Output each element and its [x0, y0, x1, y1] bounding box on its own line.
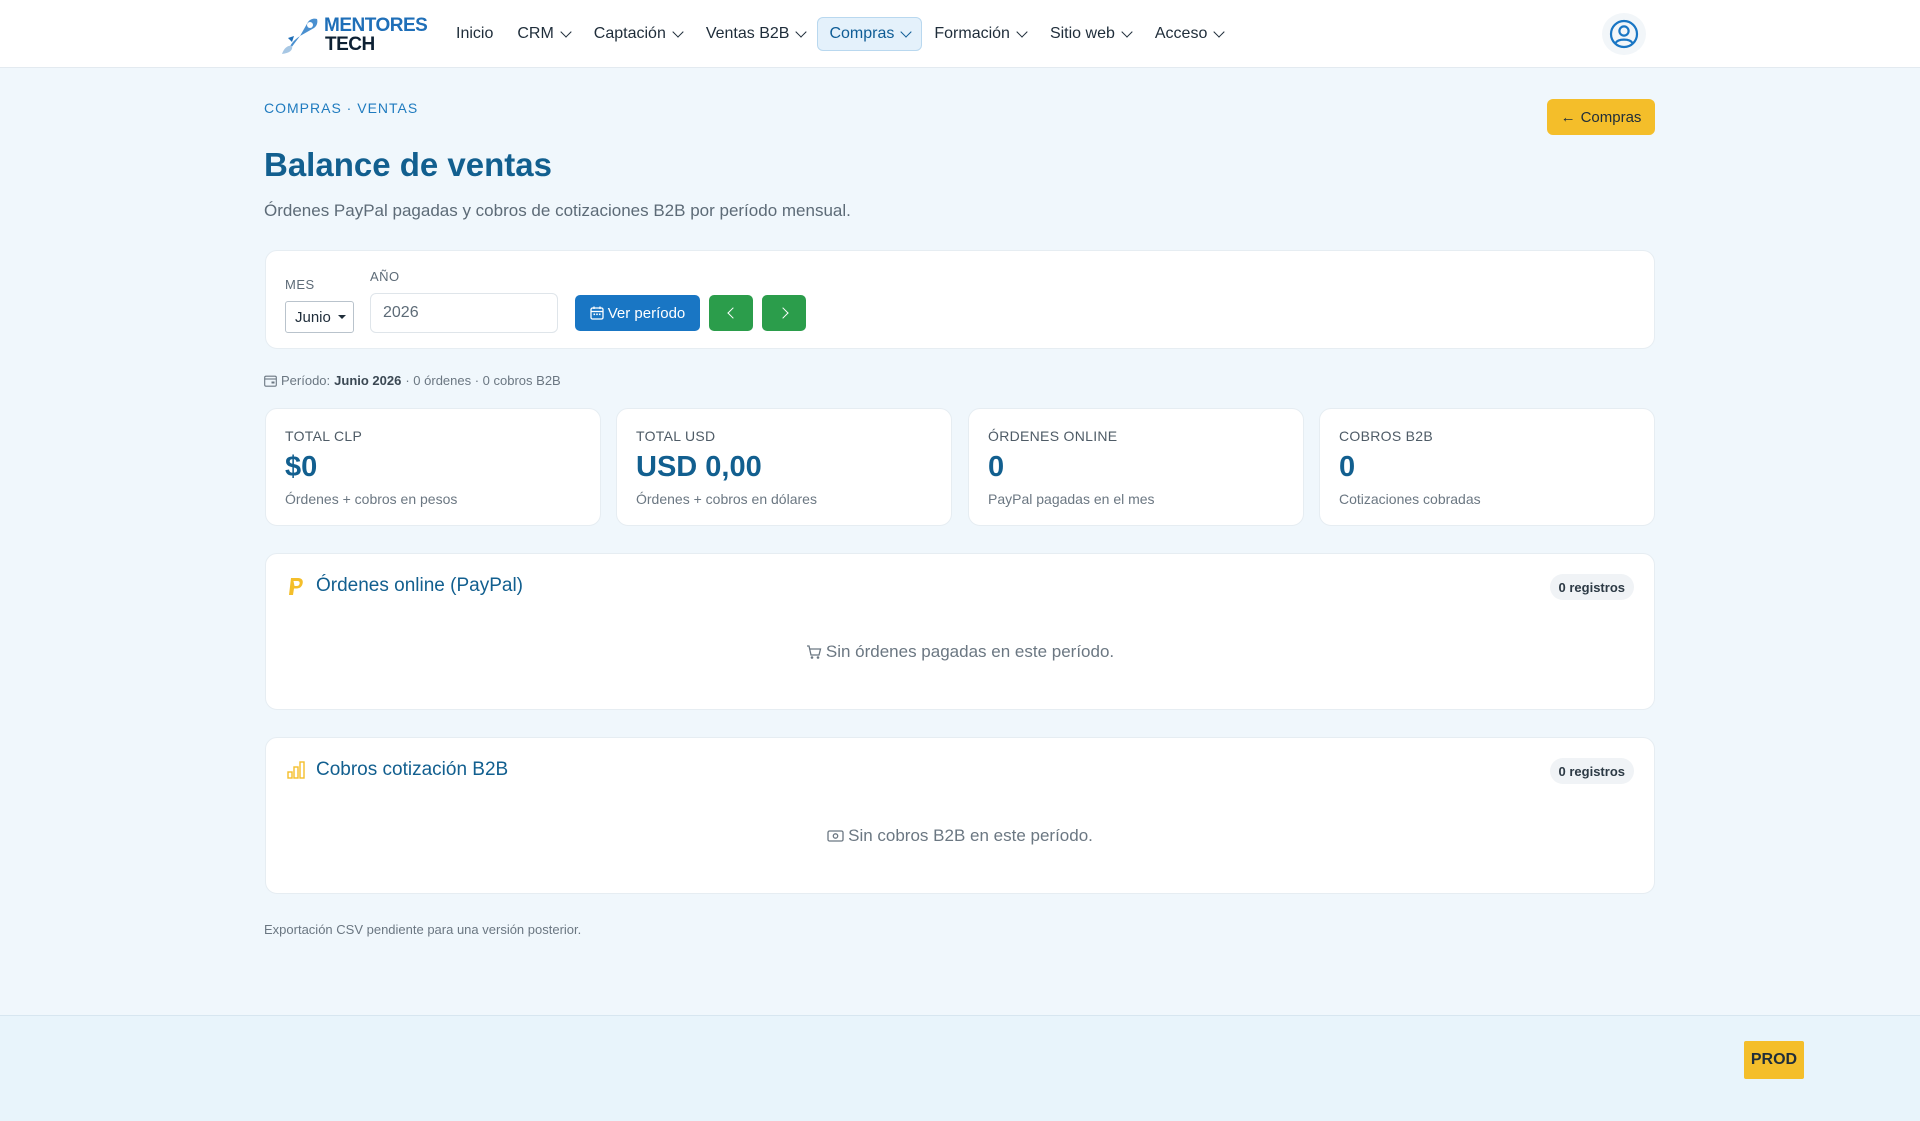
nav-item-sitio-web[interactable]: Sitio web [1038, 17, 1143, 51]
stat-label: TOTAL USD [636, 428, 716, 444]
stat-desc: Órdenes + cobros en pesos [285, 491, 458, 507]
stat-value: 0 [988, 451, 1005, 483]
page-subtitle: Órdenes PayPal pagadas y cobros de cotiz… [264, 201, 851, 220]
nav-item-label: Captación [593, 25, 666, 42]
nav-item-label: Sitio web [1049, 25, 1115, 42]
stat-value: USD 0,00 [636, 451, 762, 483]
prev-period-button[interactable] [709, 295, 753, 331]
section-title: Cobros cotización B2B [316, 759, 509, 780]
anio-input-value: 2026 [383, 304, 419, 321]
mes-label: MES [285, 277, 315, 292]
empty-state: Sin órdenes pagadas en este período. [266, 642, 1654, 662]
nav-item-label: CRM [517, 25, 554, 42]
nav-item-inicio[interactable]: Inicio [444, 17, 505, 51]
records-count-badge: 0 registros [1549, 758, 1634, 784]
chevron-left-icon [726, 307, 739, 319]
paypal-orders-section: Órdenes online (PayPal) 0 registros Sin … [265, 553, 1655, 710]
environment-badge: PROD [1744, 1041, 1804, 1079]
nav-item-crm[interactable]: CRM [505, 17, 581, 51]
next-period-button[interactable] [762, 295, 806, 331]
nav-item-label: Acceso [1154, 25, 1208, 42]
calendar-icon [590, 306, 604, 320]
caret-down-icon [337, 315, 346, 319]
brand-line2: TECH [325, 34, 375, 55]
chevron-down-icon [672, 25, 684, 38]
csv-export-note: Exportación CSV pendiente para una versi… [264, 922, 582, 937]
empty-state-text: Sin cobros B2B en este período. [848, 826, 1093, 845]
mes-select[interactable]: Junio [285, 301, 354, 333]
paypal-icon [289, 578, 303, 595]
stat-card-ordenes-online: ÓRDENES ONLINE 0 PayPal pagadas en el me… [968, 408, 1304, 526]
nav-item-label: Formación [934, 25, 1010, 42]
period-prefix: Período: [281, 373, 331, 388]
page-footer [0, 1015, 1920, 1121]
b2b-payments-section: Cobros cotización B2B 0 registros Sin co… [265, 737, 1655, 894]
stat-value: $0 [285, 451, 318, 483]
chevron-right-icon [776, 307, 789, 319]
arrow-left-icon: ← [1560, 108, 1576, 126]
mes-select-value: Junio [295, 308, 331, 326]
stat-label: ÓRDENES ONLINE [988, 428, 1118, 444]
main-nav: Inicio CRM Captación Ventas B2B Compras Forma… [444, 17, 1235, 51]
chevron-down-icon [560, 25, 572, 38]
nav-item-ventas-b2b[interactable]: Ventas B2B [694, 17, 818, 51]
anio-label: AÑO [370, 269, 400, 284]
stat-value: 0 [1339, 451, 1356, 483]
user-menu-button[interactable] [1602, 13, 1646, 55]
period-value: Junio 2026 [334, 373, 402, 388]
chevron-down-icon [1121, 25, 1133, 38]
stat-desc: Órdenes + cobros en dólares [636, 491, 817, 507]
cash-icon [827, 830, 844, 842]
stat-label: COBROS B2B [1339, 428, 1434, 444]
stat-label: TOTAL CLP [285, 428, 363, 444]
stat-card-total-clp: TOTAL CLP $0 Órdenes + cobros en pesos [265, 408, 601, 526]
stat-desc: Cotizaciones cobradas [1339, 491, 1481, 507]
brand-line1: MENTORES [324, 15, 428, 36]
brand-logo[interactable]: MENTORES TECH [280, 14, 428, 56]
chevron-down-icon [1016, 25, 1028, 38]
cart-icon [806, 645, 822, 659]
chevron-down-icon [795, 25, 808, 38]
nav-item-formación[interactable]: Formación [922, 17, 1038, 51]
building-chart-icon [287, 761, 305, 779]
ver-periodo-button[interactable]: Ver período [575, 295, 700, 331]
anio-input[interactable]: 2026 [370, 293, 558, 333]
chevron-down-icon [900, 25, 913, 38]
user-circle-icon [1609, 19, 1639, 49]
back-button-label: Compras [1580, 108, 1642, 126]
period-summary: Período: Junio 2026 · 0 órdenes · 0 cobr… [264, 373, 561, 388]
page-title: Balance de ventas [264, 146, 552, 183]
empty-state-text: Sin órdenes pagadas en este período. [825, 642, 1115, 661]
stat-desc: PayPal pagadas en el mes [988, 491, 1155, 507]
section-title: Órdenes online (PayPal) [316, 575, 523, 596]
stat-card-total-usd: TOTAL USD USD 0,00 Órdenes + cobros en d… [616, 408, 952, 526]
back-to-compras-button[interactable]: ← Compras [1547, 99, 1655, 135]
calendar-week-icon [264, 375, 277, 387]
ver-periodo-label: Ver período [607, 304, 686, 322]
period-suffix: · 0 órdenes · 0 cobros B2B [405, 373, 561, 388]
nav-item-compras[interactable]: Compras [817, 17, 923, 51]
nav-item-acceso[interactable]: Acceso [1143, 17, 1235, 51]
chevron-down-icon [1213, 25, 1226, 38]
nav-item-label: Compras [829, 25, 895, 42]
records-count-badge: 0 registros [1549, 574, 1634, 600]
nav-item-label: Ventas B2B [705, 25, 790, 42]
rocket-icon [282, 18, 318, 54]
period-filter-card: MES Junio AÑO 2026 Ver período [265, 250, 1655, 349]
nav-item-label: Inicio [456, 25, 494, 42]
top-navbar: MENTORES TECH Inicio CRM Captación Ventas B… [0, 0, 1920, 68]
breadcrumb: COMPRAS · VENTAS [264, 100, 419, 116]
empty-state: Sin cobros B2B en este período. [266, 826, 1654, 846]
stat-card-cobros-b2b: COBROS B2B 0 Cotizaciones cobradas [1319, 408, 1655, 526]
nav-item-captación[interactable]: Captación [582, 17, 694, 51]
